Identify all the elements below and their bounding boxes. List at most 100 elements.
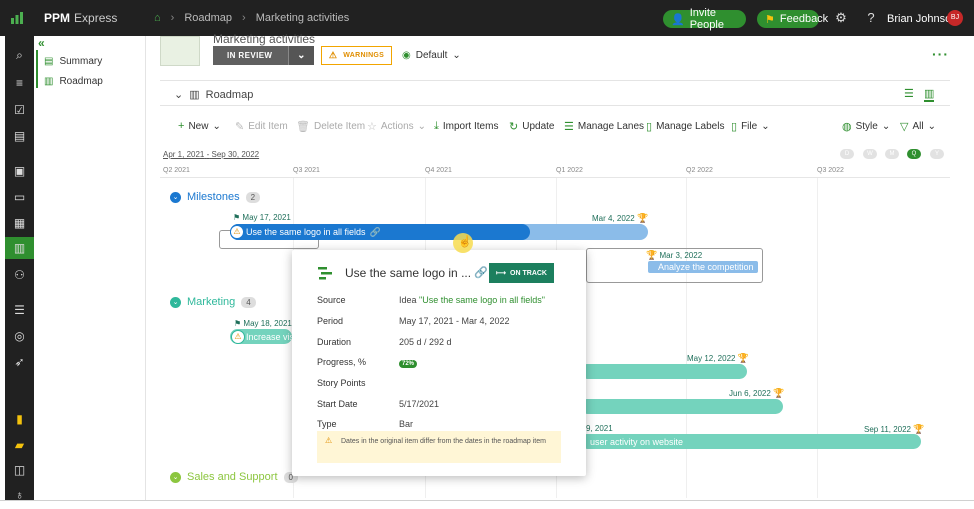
trophy-icon: 🏆 <box>636 213 649 223</box>
more-options-icon[interactable]: ··· <box>932 46 949 62</box>
flag-icon: ⚑ <box>233 213 241 222</box>
chevron-down-icon: ⌄ <box>174 89 184 101</box>
section-toggle[interactable]: ⌄ ▥ Roadmap <box>174 88 253 102</box>
edit-item-button[interactable]: ✎ Edit Item <box>235 120 288 133</box>
subnav-item-summary[interactable]: ▤ Summary <box>44 56 102 67</box>
popup-label: Type <box>317 419 337 429</box>
trophy-icon: 🏆 <box>646 250 658 260</box>
chevron-down-icon: ⌄ <box>170 191 181 203</box>
manage-labels-button[interactable]: ▯ Manage Labels <box>646 120 724 133</box>
roadmap-bar-marketing-4[interactable]: user activity on website <box>580 434 921 449</box>
bar-end-label: Mar 4, 2022 🏆 <box>592 213 649 223</box>
left-rail: ⌕ ≡ ☑ ▤ ▣ ▭ ▦ ▥ ⚇ ☰ ◎ ➶ ▮ ▰ ◫ ♁ <box>5 36 34 502</box>
lane-count: 2 <box>245 191 261 203</box>
source-link[interactable]: "Use the same logo in all fields" <box>419 295 545 305</box>
plus-icon: + <box>178 120 185 132</box>
date-warning-note: ⚠ Dates in the original item differ from… <box>317 431 561 463</box>
target-icon[interactable]: ◎ <box>5 325 34 347</box>
search-icon[interactable]: ⌕ <box>5 44 34 66</box>
scale-month[interactable]: M <box>885 149 899 159</box>
subnav-item-roadmap[interactable]: ▥ Roadmap <box>44 76 103 87</box>
link-icon[interactable]: 🔗 <box>474 266 488 279</box>
chat-alert-icon[interactable]: ▮ <box>5 408 34 430</box>
feedback-button[interactable]: ⚑ Feedback <box>757 10 828 28</box>
actions-button[interactable]: ☆ Actions ⌄ <box>367 120 426 133</box>
date-range[interactable]: Apr 1, 2021 - Sep 30, 2022 <box>163 150 259 159</box>
scale-year[interactable]: Y <box>930 149 944 159</box>
checkbox-icon[interactable]: ☑ <box>5 99 34 121</box>
lane-milestones[interactable]: ⌄ Milestones 2 <box>170 191 261 203</box>
popup-label: Story Points <box>317 378 366 388</box>
popup-label: Duration <box>317 337 352 347</box>
mouse-cursor-highlight: ☝ <box>453 233 473 253</box>
roadmap-icon[interactable]: ▥ <box>5 237 34 259</box>
roadmap-bar-main-progress[interactable]: Use the same logo in all fields 🔗 <box>230 224 530 240</box>
filter-button[interactable]: ▽ All ⌄ <box>900 120 936 133</box>
scale-day[interactable]: D <box>840 149 854 159</box>
roadmap-bar-marketing-3[interactable] <box>580 399 783 414</box>
scale-quarter[interactable]: Q <box>907 149 921 159</box>
quarter-label: Q3 2021 <box>293 167 320 174</box>
warning-icon: ⚠ <box>325 436 333 445</box>
popup-label: Start Date <box>317 399 358 409</box>
view-selector[interactable]: ◉ Default ⌄ <box>402 50 461 61</box>
lanes-icon: ☰ <box>564 121 574 133</box>
document-icon[interactable]: ▤ <box>5 125 34 147</box>
warnings-button[interactable]: ⚠ WARNINGS <box>321 46 392 65</box>
on-track-badge[interactable]: ⟼ ON TRACK <box>489 263 554 283</box>
bottom-edge <box>0 500 974 509</box>
popup-value: Bar <box>399 419 414 429</box>
trophy-icon: 🏆 <box>773 388 785 398</box>
briefcase-icon[interactable]: ▣ <box>5 160 34 182</box>
quarter-header: Q2 2021 Q3 2021 Q4 2021 Q1 2022 Q2 2022 … <box>160 164 950 178</box>
scale-week[interactable]: W <box>863 149 877 159</box>
bar-end-label: Jun 6, 2022 🏆 <box>729 388 785 398</box>
folder-icon[interactable]: ▭ <box>5 186 34 208</box>
app-name: PPM Express <box>44 11 118 25</box>
menu-icon[interactable]: ≡ <box>5 72 34 94</box>
breadcrumb-roadmap[interactable]: Roadmap <box>184 12 232 24</box>
avatar[interactable]: BJ <box>947 10 963 26</box>
lane-sales-support[interactable]: ⌄ Sales and Support 0 <box>170 471 298 483</box>
popup-label: Source <box>317 295 346 305</box>
milestone-competition[interactable]: Analyze the competition <box>648 261 758 273</box>
bag-icon[interactable]: ◫ <box>5 459 34 481</box>
invite-people-button[interactable]: 👤 Invite People <box>663 7 746 31</box>
list-icon[interactable]: ☰ <box>5 299 34 321</box>
popup-value: May 17, 2021 - Mar 4, 2022 <box>399 316 510 326</box>
status-dropdown[interactable]: IN REVIEW ⌄ <box>213 46 314 65</box>
new-button[interactable]: + New ⌄ <box>178 120 221 132</box>
style-button[interactable]: ◍ Style ⌄ <box>842 120 890 133</box>
rocket-icon[interactable]: ➶ <box>5 351 34 373</box>
file-icon: ▯ <box>731 121 738 133</box>
roadmap-bar-marketing-2[interactable] <box>580 364 747 379</box>
update-button[interactable]: ↻ Update <box>509 120 554 133</box>
chevron-right-icon: › <box>242 12 246 24</box>
roadmap-view-icon[interactable]: ▥ <box>924 87 935 102</box>
roadmap-icon: ▥ <box>189 89 200 101</box>
list-view-icon[interactable]: ☰ <box>904 87 914 100</box>
import-items-button[interactable]: ⤓ Import Items <box>434 120 498 133</box>
flag-icon: ⚑ <box>765 13 775 26</box>
gear-icon[interactable]: ⚙ <box>833 10 849 26</box>
app-logo-icon[interactable] <box>0 0 34 36</box>
popup-value: 5/17/2021 <box>399 399 440 409</box>
chat-icon[interactable]: ▰ <box>5 434 34 456</box>
manage-lanes-button[interactable]: ☰ Manage Lanes <box>564 120 644 133</box>
resource-icon[interactable]: ⚇ <box>5 264 34 286</box>
lane-marketing[interactable]: ⌄ Marketing 4 <box>170 296 256 308</box>
home-icon[interactable]: ⌂ <box>154 12 161 24</box>
arrow-right-icon: ⟼ <box>496 270 507 277</box>
palette-icon: ◍ <box>842 121 852 133</box>
picture-icon[interactable]: ▦ <box>5 212 34 234</box>
star-icon: ☆ <box>367 121 377 133</box>
quarter-label: Q2 2021 <box>163 167 190 174</box>
trophy-icon: 🏆 <box>913 424 925 434</box>
file-button[interactable]: ▯ File ⌄ <box>731 120 770 133</box>
help-icon[interactable]: ? <box>863 10 879 26</box>
warning-icon: ⚠ <box>231 330 245 344</box>
delete-item-button[interactable]: 🗑 Delete Item <box>296 120 365 133</box>
chevron-down-icon: ⌄ <box>881 121 891 132</box>
link-icon: 🔗 <box>369 226 381 237</box>
collapse-icon[interactable]: « <box>38 36 45 50</box>
